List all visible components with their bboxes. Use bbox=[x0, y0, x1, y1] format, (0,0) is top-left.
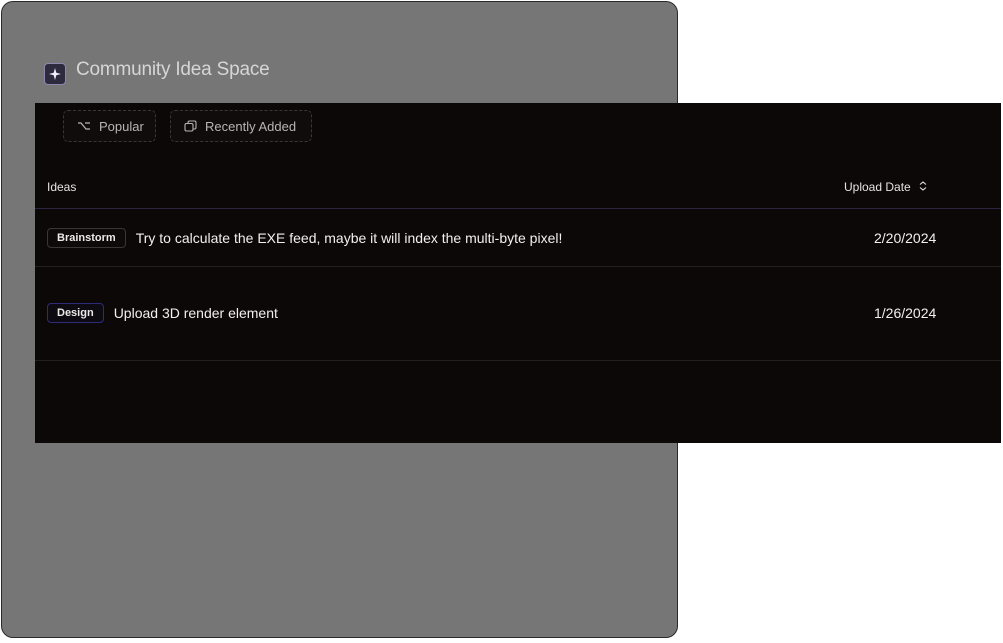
idea-text: Upload 3D render element bbox=[113, 305, 278, 321]
upload-date-column-label: Upload Date bbox=[844, 180, 911, 194]
recently-added-filter-label: Recently Added bbox=[205, 118, 297, 134]
table-row[interactable]: Design Upload 3D render element 1/26/202… bbox=[35, 267, 1001, 361]
idea-cell: Brainstorm Try to calculate the EXE feed… bbox=[47, 228, 562, 248]
sparkle-icon bbox=[44, 63, 66, 85]
category-badge: Brainstorm bbox=[47, 228, 126, 248]
idea-text: Try to calculate the EXE feed, maybe it … bbox=[135, 230, 563, 246]
stage: Community Idea Space Popular Recently Ad… bbox=[0, 0, 1003, 643]
popular-filter-button[interactable]: Popular bbox=[63, 110, 156, 142]
sort-updown-icon bbox=[919, 180, 927, 194]
table-row[interactable]: Brainstorm Try to calculate the EXE feed… bbox=[35, 210, 1001, 267]
ideas-panel: Popular Recently Added Ideas Upload Date bbox=[35, 103, 1001, 443]
upload-date-sort-button[interactable]: Upload Date bbox=[844, 180, 927, 194]
page-title: Community Idea Space bbox=[76, 59, 270, 80]
upload-date-cell: 1/26/2024 bbox=[874, 305, 937, 321]
recently-added-filter-button[interactable]: Recently Added bbox=[170, 110, 312, 142]
page-header: Community Idea Space bbox=[44, 55, 270, 85]
category-badge: Design bbox=[47, 303, 104, 323]
branch-icon bbox=[77, 121, 91, 131]
copy-icon bbox=[184, 120, 197, 132]
table-header: Ideas Upload Date bbox=[35, 161, 1001, 209]
ideas-column-header: Ideas bbox=[47, 180, 77, 194]
filter-bar: Popular Recently Added bbox=[63, 110, 312, 142]
upload-date-cell: 2/20/2024 bbox=[874, 230, 937, 246]
idea-cell: Design Upload 3D render element bbox=[47, 303, 278, 323]
popular-filter-label: Popular bbox=[99, 118, 144, 134]
